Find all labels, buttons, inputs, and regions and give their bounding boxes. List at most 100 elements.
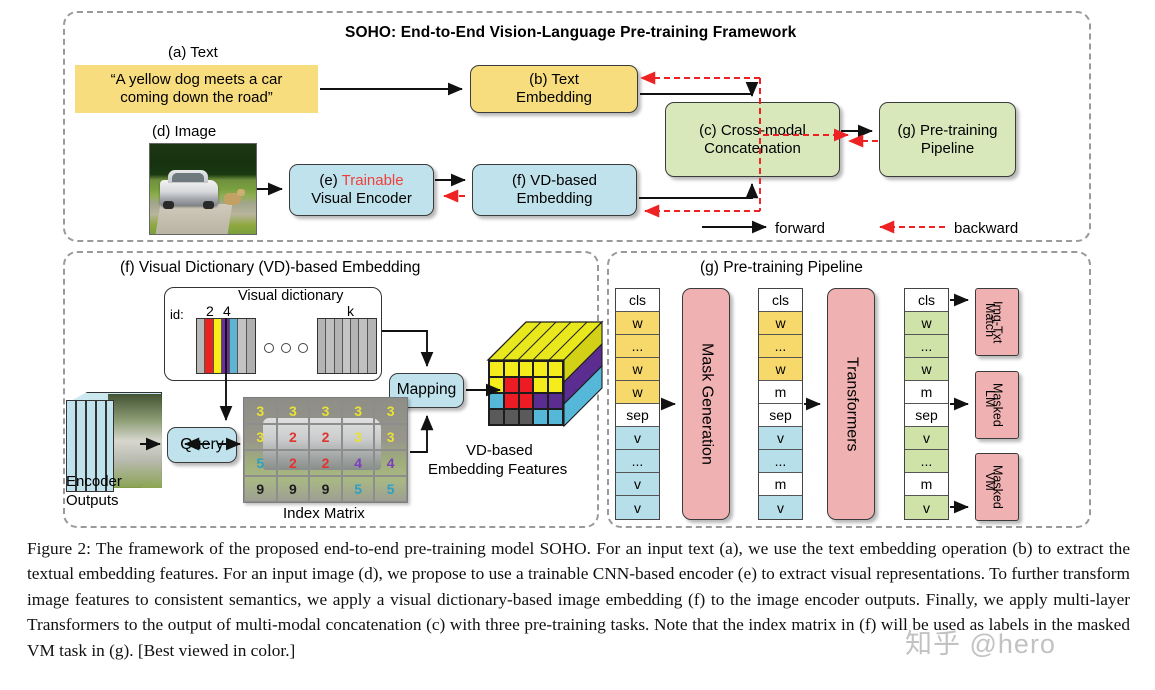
task-3-line2: VM [982, 472, 997, 491]
box-visual-encoder[interactable]: (e) Trainable Visual Encoder [289, 164, 434, 216]
vd-bar-0 [318, 319, 327, 373]
task-2-line2: LM [982, 390, 997, 408]
photo-car-wheel-left [163, 201, 174, 209]
cube-cell-1-2 [518, 377, 534, 393]
vd-bar-2 [334, 319, 343, 373]
index-matrix: 33333322335224499955 [243, 397, 408, 503]
index-cell-2-4: 4 [374, 450, 407, 476]
box-b-line1: (b) Text [529, 71, 579, 89]
token-column-output: cls w... w m sep v... m v [904, 288, 949, 520]
index-cell-1-1: 2 [276, 424, 310, 450]
dot-2 [281, 343, 291, 353]
box-vd-embedding[interactable]: (f) VD-based Embedding [472, 164, 637, 216]
index-cell-0-2: 3 [309, 398, 342, 424]
box-e-trainable: Trainable [341, 172, 404, 190]
token-cell: v [905, 496, 948, 519]
vd-bar-6 [246, 319, 255, 373]
box-e-line1: (e) Trainable [319, 172, 403, 190]
box-g-line2: Pipeline [920, 139, 975, 157]
box-e-prefix: (e) [319, 172, 342, 190]
task-img-txt-match[interactable]: Img-Txt Match [975, 288, 1019, 356]
cube-cell-3-0 [489, 409, 504, 425]
visual-dictionary-bars [196, 318, 256, 374]
transformers-label: Transformers [843, 356, 861, 452]
cube-cell-1-1 [503, 377, 519, 393]
vd-bar-5 [238, 319, 247, 373]
vd-bar-3 [221, 319, 231, 373]
index-cell-3-0: 9 [244, 476, 277, 502]
token-cell: cls [905, 289, 948, 312]
cube-cell-0-0 [489, 361, 504, 377]
label-d-image: (d) Image [152, 123, 217, 140]
text-sample-line2: coming down the road” [120, 89, 273, 106]
index-cell-1-0: 3 [244, 424, 277, 450]
box-transformers[interactable]: Transformers [827, 288, 875, 520]
cube-cell-2-2 [518, 393, 534, 409]
box-cross-modal-concat[interactable]: (c) Cross-modal Concatenation [665, 102, 840, 177]
token-cell: v [905, 427, 948, 450]
input-image-photo [149, 143, 257, 235]
task-1-line2: Match [982, 303, 997, 338]
token-cell: w [759, 312, 802, 335]
cube-cell-0-3 [533, 361, 549, 377]
vd-bar-5 [359, 319, 368, 373]
vd-bar-4 [230, 319, 239, 373]
cube-cell-2-3 [533, 393, 549, 409]
cube-cell-2-0 [489, 393, 504, 409]
box-f-line1: (f) VD-based [511, 172, 598, 190]
cube-cell-3-4 [548, 409, 563, 425]
box-mask-generation[interactable]: Mask Generation [682, 288, 730, 520]
index-cell-3-2: 9 [309, 476, 342, 502]
token-cell: sep [905, 404, 948, 427]
token-cell: sep [616, 404, 659, 427]
vd-bar-6 [367, 319, 376, 373]
mask-generation-label: Mask Generation [698, 343, 716, 465]
cube-cell-1-0 [489, 377, 504, 393]
index-cell-3-4: 5 [374, 476, 407, 502]
index-cell-2-0: 5 [244, 450, 277, 476]
token-cell: w [905, 358, 948, 381]
text-sample-line1: “A yellow dog meets a car [110, 70, 283, 88]
token-cell: cls [759, 289, 802, 312]
panel-g-title: (g) Pre-training Pipeline [700, 259, 863, 276]
vd-id-label: id: [170, 307, 184, 322]
index-matrix-label: Index Matrix [283, 505, 365, 522]
vd-bar-1 [205, 319, 214, 373]
box-query[interactable]: Query [167, 427, 237, 463]
index-cell-3-3: 5 [341, 476, 375, 502]
index-cell-0-1: 3 [276, 398, 310, 424]
vd-embedding-cube [470, 318, 604, 430]
cube-cell-0-1 [503, 361, 519, 377]
box-g-line1: (g) Pre-training [897, 121, 998, 139]
vd-bar-3 [342, 319, 352, 373]
encoder-outputs-label-line2: Outputs [66, 492, 119, 509]
token-cell: m [759, 381, 802, 404]
index-cell-1-4: 3 [374, 424, 407, 450]
token-cell: v [616, 473, 659, 496]
index-cell-2-2: 2 [309, 450, 342, 476]
figure-title: SOHO: End-to-End Vision-Language Pre-tra… [345, 24, 797, 41]
cube-cell-3-3 [533, 409, 549, 425]
vd-id-2: 2 [206, 303, 214, 319]
task-masked-vm[interactable]: Masked VM [975, 453, 1019, 521]
token-cell: sep [759, 404, 802, 427]
token-cell: m [905, 473, 948, 496]
cube-cell-2-4 [548, 393, 563, 409]
token-cell: w [759, 358, 802, 381]
encoder-outputs-label-line1: Encoder [66, 473, 122, 490]
token-cell: m [759, 473, 802, 496]
token-cell: v [759, 427, 802, 450]
token-cell: ... [759, 450, 802, 473]
cube-cell-0-4 [548, 361, 563, 377]
token-cell: ... [905, 335, 948, 358]
task-masked-lm[interactable]: Masked LM [975, 371, 1019, 439]
vd-id-k: k [347, 303, 354, 319]
box-text-embedding[interactable]: (b) Text Embedding [470, 65, 638, 113]
cube-cell-3-2 [518, 409, 534, 425]
vd-bar-4 [351, 319, 360, 373]
visual-dictionary-title: Visual dictionary [238, 288, 344, 304]
legend-backward-label: backward [954, 220, 1019, 237]
token-cell: ... [759, 335, 802, 358]
box-pretraining-pipeline[interactable]: (g) Pre-training Pipeline [879, 102, 1016, 177]
token-cell: ... [905, 450, 948, 473]
